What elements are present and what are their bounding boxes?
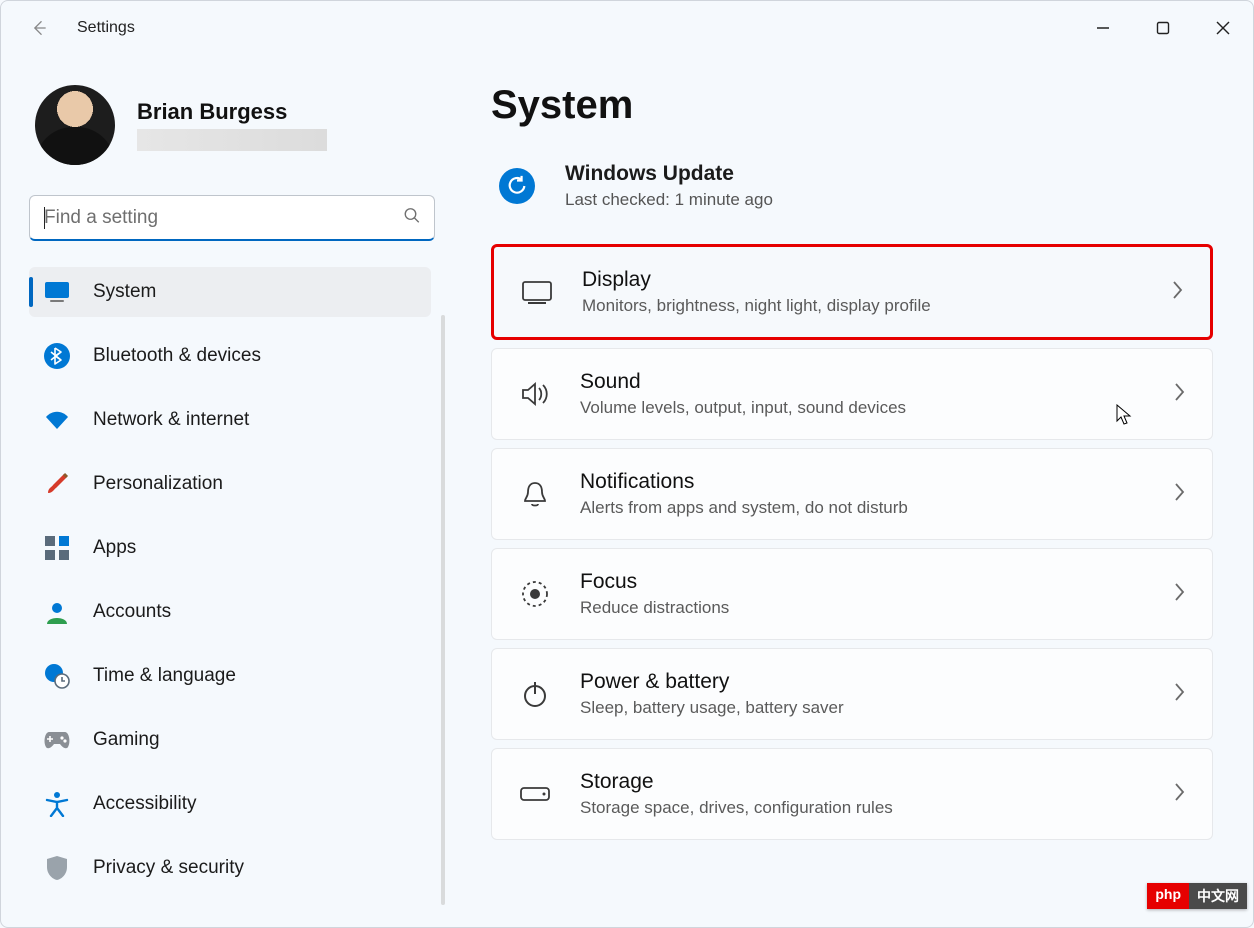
close-icon xyxy=(1216,21,1230,35)
card-sub: Storage space, drives, configuration rul… xyxy=(580,798,1144,818)
bell-icon xyxy=(518,480,552,508)
card-title: Display xyxy=(582,268,1142,292)
nav-list: System Bluetooth & devices Network & int… xyxy=(29,267,441,893)
sidebar-item-label: Time & language xyxy=(93,665,236,687)
chevron-right-icon xyxy=(1172,481,1186,508)
system-icon xyxy=(43,278,71,306)
storage-icon xyxy=(518,785,552,803)
chevron-right-icon xyxy=(1172,781,1186,808)
minimize-icon xyxy=(1096,21,1110,35)
search-wrap xyxy=(29,195,435,241)
card-sound[interactable]: Sound Volume levels, output, input, soun… xyxy=(491,348,1213,440)
app-title: Settings xyxy=(77,19,135,37)
card-sub: Reduce distractions xyxy=(580,598,1144,618)
update-sub: Last checked: 1 minute ago xyxy=(565,190,773,210)
chevron-right-icon xyxy=(1170,279,1184,306)
focus-icon xyxy=(518,580,552,608)
watermark: php 中文网 xyxy=(1147,883,1247,909)
card-title: Sound xyxy=(580,370,1144,394)
card-sub: Monitors, brightness, night light, displ… xyxy=(582,296,1142,316)
sidebar-scrollbar[interactable] xyxy=(441,315,445,905)
titlebar-left: Settings xyxy=(25,14,135,42)
avatar xyxy=(35,85,115,165)
update-icon xyxy=(499,168,535,204)
sidebar-item-apps[interactable]: Apps xyxy=(29,523,431,573)
sidebar-item-accessibility[interactable]: Accessibility xyxy=(29,779,431,829)
watermark-right: 中文网 xyxy=(1189,883,1247,909)
window-controls xyxy=(1073,1,1253,55)
user-block[interactable]: Brian Burgess xyxy=(29,55,441,195)
chevron-right-icon xyxy=(1172,681,1186,708)
sidebar-item-system[interactable]: System xyxy=(29,267,431,317)
text-caret xyxy=(44,207,45,229)
sidebar: Brian Burgess System xyxy=(1,55,451,927)
watermark-left: php xyxy=(1147,883,1189,909)
card-focus[interactable]: Focus Reduce distractions xyxy=(491,548,1213,640)
sidebar-item-label: Network & internet xyxy=(93,409,249,431)
maximize-icon xyxy=(1156,21,1170,35)
card-title: Storage xyxy=(580,770,1144,794)
search-input[interactable] xyxy=(29,195,435,241)
card-power[interactable]: Power & battery Sleep, battery usage, ba… xyxy=(491,648,1213,740)
card-storage[interactable]: Storage Storage space, drives, configura… xyxy=(491,748,1213,840)
gamepad-icon xyxy=(43,726,71,754)
windows-update-row[interactable]: Windows Update Last checked: 1 minute ag… xyxy=(491,152,1213,244)
sidebar-item-label: Privacy & security xyxy=(93,857,244,879)
sidebar-item-label: System xyxy=(93,281,156,303)
close-button[interactable] xyxy=(1193,7,1253,49)
wifi-icon xyxy=(43,406,71,434)
card-display[interactable]: Display Monitors, brightness, night ligh… xyxy=(491,244,1213,340)
card-sub: Volume levels, output, input, sound devi… xyxy=(580,398,1144,418)
person-icon xyxy=(43,598,71,626)
chevron-right-icon xyxy=(1172,381,1186,408)
user-email-redacted xyxy=(137,129,327,151)
sidebar-item-label: Accounts xyxy=(93,601,171,623)
card-title: Power & battery xyxy=(580,670,1144,694)
card-sub: Sleep, battery usage, battery saver xyxy=(580,698,1144,718)
back-icon xyxy=(29,18,49,38)
chevron-right-icon xyxy=(1172,581,1186,608)
sound-icon xyxy=(518,381,552,407)
sidebar-item-gaming[interactable]: Gaming xyxy=(29,715,431,765)
back-button[interactable] xyxy=(25,14,53,42)
apps-icon xyxy=(43,534,71,562)
display-icon xyxy=(520,280,554,304)
sidebar-item-label: Accessibility xyxy=(93,793,196,815)
update-title: Windows Update xyxy=(565,162,773,186)
sidebar-item-label: Bluetooth & devices xyxy=(93,345,261,367)
page-title: System xyxy=(491,83,1213,128)
sidebar-item-network[interactable]: Network & internet xyxy=(29,395,431,445)
sidebar-item-personalization[interactable]: Personalization xyxy=(29,459,431,509)
search-icon xyxy=(403,207,421,230)
settings-window: Settings Brian Burgess xyxy=(0,0,1254,928)
maximize-button[interactable] xyxy=(1133,7,1193,49)
shield-icon xyxy=(43,854,71,882)
accessibility-icon xyxy=(43,790,71,818)
card-sub: Alerts from apps and system, do not dist… xyxy=(580,498,1144,518)
sidebar-item-accounts[interactable]: Accounts xyxy=(29,587,431,637)
card-title: Focus xyxy=(580,570,1144,594)
sidebar-item-label: Personalization xyxy=(93,473,223,495)
content: System Windows Update Last checked: 1 mi… xyxy=(451,55,1253,927)
user-name: Brian Burgess xyxy=(137,99,327,125)
sidebar-item-time[interactable]: Time & language xyxy=(29,651,431,701)
titlebar: Settings xyxy=(1,1,1253,55)
settings-cards: Display Monitors, brightness, night ligh… xyxy=(491,244,1213,840)
sidebar-item-label: Apps xyxy=(93,537,136,559)
card-notifications[interactable]: Notifications Alerts from apps and syste… xyxy=(491,448,1213,540)
sidebar-item-bluetooth[interactable]: Bluetooth & devices xyxy=(29,331,431,381)
sidebar-item-privacy[interactable]: Privacy & security xyxy=(29,843,431,893)
bluetooth-icon xyxy=(43,342,71,370)
clock-globe-icon xyxy=(43,662,71,690)
paintbrush-icon xyxy=(43,470,71,498)
minimize-button[interactable] xyxy=(1073,7,1133,49)
card-title: Notifications xyxy=(580,470,1144,494)
sidebar-item-label: Gaming xyxy=(93,729,160,751)
power-icon xyxy=(518,680,552,708)
